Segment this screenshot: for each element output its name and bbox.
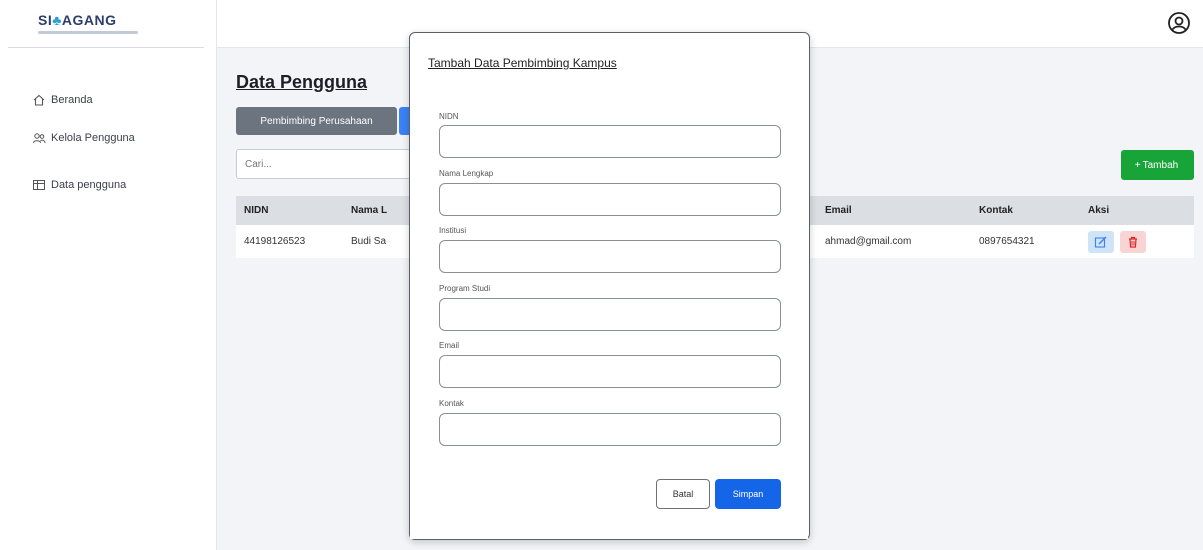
cancel-button[interactable]: Batal: [656, 479, 710, 509]
sidebar-item-label: Beranda: [51, 94, 93, 106]
logo-figures-icon: ♣: [52, 12, 62, 28]
add-button-label: Tambah: [1142, 159, 1179, 171]
field-label-nidn: NIDN: [439, 112, 459, 121]
plus-icon: +: [1134, 159, 1141, 171]
field-label-email: Email: [439, 341, 460, 350]
cell-kontak: 0897654321: [979, 225, 1088, 258]
cell-nidn: 44198126523: [236, 225, 351, 258]
sidebar-item-data-pengguna[interactable]: Data pengguna: [32, 178, 126, 192]
column-header-nidn: NIDN: [236, 196, 351, 225]
program-studi-field[interactable]: [439, 298, 781, 331]
nama-lengkap-field[interactable]: [439, 183, 781, 216]
sidebar-item-beranda[interactable]: Beranda: [32, 93, 93, 107]
column-header-aksi: Aksi: [1088, 196, 1194, 225]
user-circle-icon[interactable]: [1167, 11, 1191, 35]
add-button[interactable]: + Tambah: [1121, 150, 1194, 180]
cell-aksi: [1088, 225, 1194, 258]
sidebar: SI♣AGANG Beranda Kelola Pengguna Data pe…: [0, 0, 217, 550]
column-header-email: Email: [825, 196, 979, 225]
app-logo[interactable]: SI♣AGANG: [8, 4, 204, 48]
edit-button[interactable]: [1088, 230, 1114, 253]
sidebar-item-label: Kelola Pengguna: [51, 132, 135, 144]
institusi-field[interactable]: [439, 240, 781, 273]
field-label-nama-lengkap: Nama Lengkap: [439, 169, 494, 178]
kontak-field[interactable]: [439, 413, 781, 446]
edit-icon: [1094, 235, 1107, 248]
field-label-program-studi: Program Studi: [439, 284, 491, 293]
field-label-kontak: Kontak: [439, 399, 464, 408]
search-input[interactable]: [236, 149, 416, 179]
delete-button[interactable]: [1120, 230, 1146, 253]
sidebar-item-kelola-pengguna[interactable]: Kelola Pengguna: [32, 131, 135, 145]
column-header-kontak: Kontak: [979, 196, 1088, 225]
modal-title: Tambah Data Pembimbing Kampus: [428, 56, 617, 70]
users-icon: [33, 133, 46, 144]
email-field[interactable]: [439, 355, 781, 388]
logo-text: SI♣AGANG: [38, 12, 117, 28]
nidn-field[interactable]: [439, 125, 781, 158]
cell-email: ahmad@gmail.com: [825, 225, 979, 258]
page-title: Data Pengguna: [236, 72, 368, 92]
trash-icon: [1129, 236, 1137, 248]
tab-pembimbing-perusahaan[interactable]: Pembimbing Perusahaan: [236, 107, 397, 135]
save-button[interactable]: Simpan: [715, 479, 781, 509]
sidebar-item-label: Data pengguna: [51, 179, 127, 191]
field-label-institusi: Institusi: [439, 226, 467, 235]
logo-tagline: [38, 31, 138, 34]
home-icon: [33, 94, 45, 106]
add-advisor-modal: Tambah Data Pembimbing Kampus NIDN Nama …: [409, 32, 810, 540]
table-icon: [33, 180, 45, 190]
